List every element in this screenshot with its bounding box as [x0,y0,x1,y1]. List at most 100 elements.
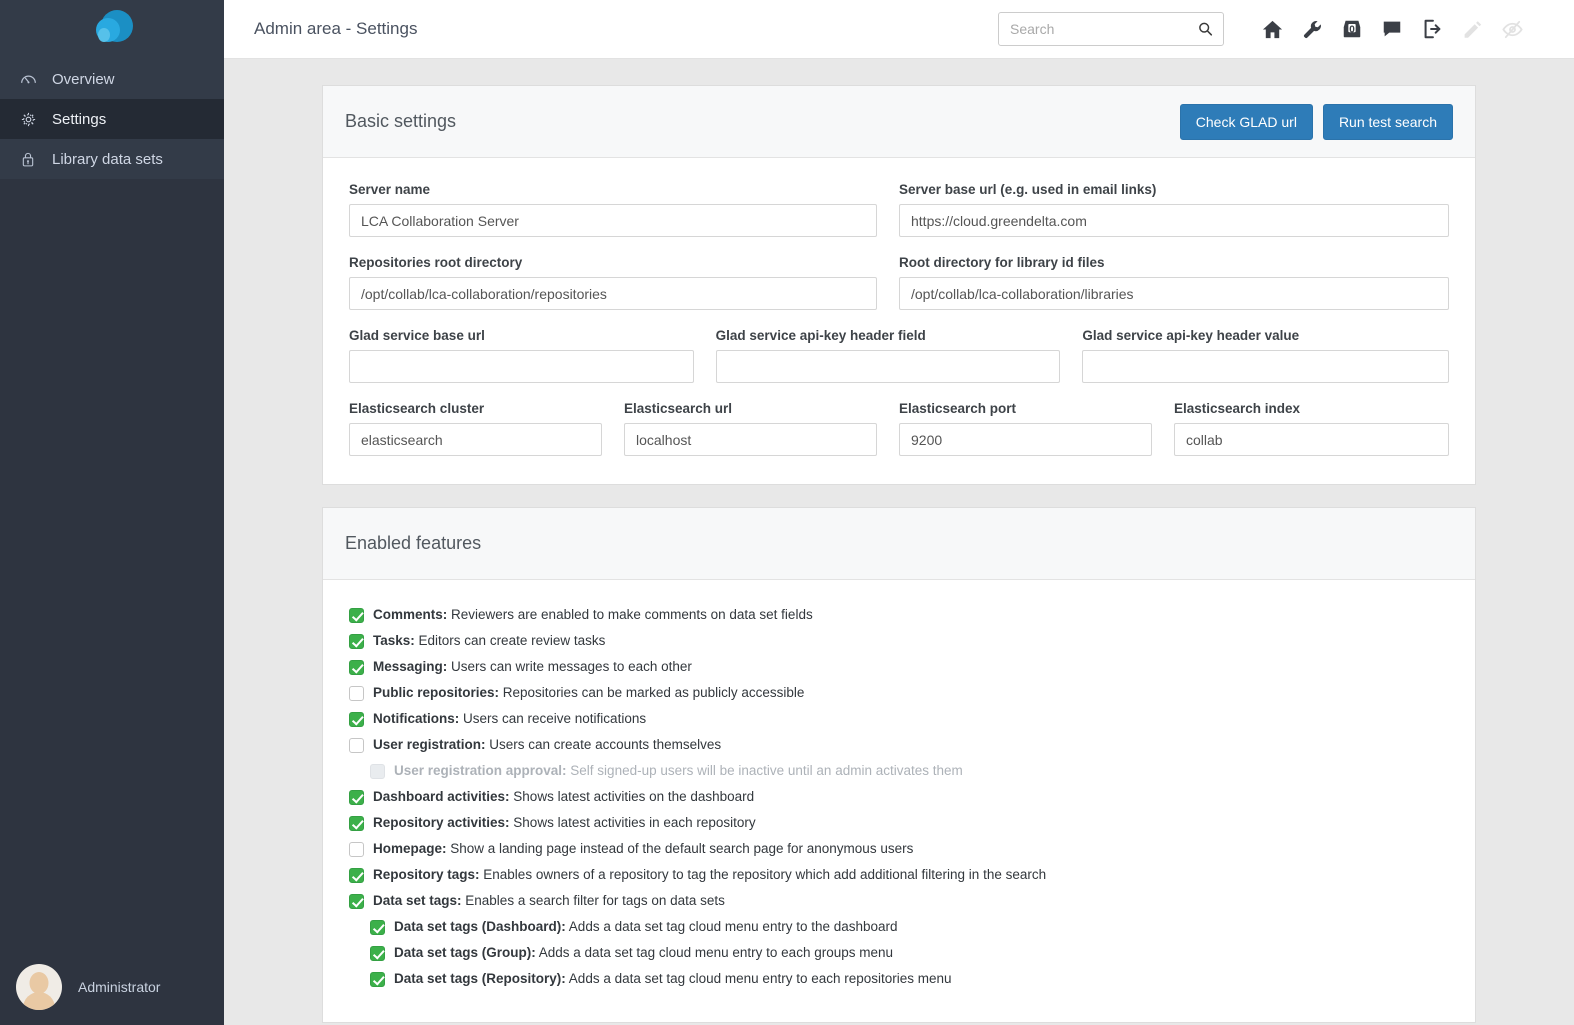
feature-row: Data set tags (Dashboard): Adds a data s… [349,918,1449,940]
es-index-input[interactable] [1174,423,1449,456]
glad-api-key-value-input[interactable] [1082,350,1449,383]
settings-row-3: Glad service base url Glad service api-k… [349,328,1449,383]
feature-description: Repositories can be marked as publicly a… [499,685,805,700]
sidebar: Overview Settings Library data sets Admi… [0,0,224,1025]
settings-row-1: Server name Server base url (e.g. used i… [349,182,1449,237]
user-name: Administrator [78,979,161,995]
glad-api-key-field-label: Glad service api-key header field [715,328,926,343]
run-test-search-button[interactable]: Run test search [1322,103,1453,140]
feature-description: Adds a data set tag cloud menu entry to … [565,919,898,934]
server-name-input[interactable] [349,204,877,237]
feature-row: Comments: Reviewers are enabled to make … [349,606,1449,628]
enabled-features-title: Enabled features [345,533,482,553]
feature-label: Tasks: Editors can create review tasks [373,632,605,650]
feature-row: Repository tags: Enables owners of a rep… [349,866,1449,888]
feature-row: Homepage: Show a landing page instead of… [349,840,1449,862]
basic-settings-panel: Basic settings Check GLAD url Run test s… [322,85,1476,485]
wrench-icon[interactable] [1292,9,1332,49]
feature-checkbox[interactable] [349,842,364,857]
avatar-head [29,972,49,994]
feature-checkbox[interactable] [349,868,364,883]
feature-checkbox[interactable] [370,972,385,987]
glad-api-key-value-field: Glad service api-key header value [1082,328,1449,383]
server-base-url-input[interactable] [899,204,1449,237]
feature-description: Show a landing page instead of the defau… [446,841,914,856]
feature-checkbox[interactable] [349,894,364,909]
feature-label: Repository activities: Shows latest acti… [373,814,756,832]
search-box[interactable] [998,12,1224,46]
feature-description: Enables owners of a repository to tag th… [479,867,1047,882]
feature-checkbox[interactable] [370,946,385,961]
sidebar-item-library-data-sets[interactable]: Library data sets [0,139,224,179]
comment-icon[interactable] [1372,9,1412,49]
es-port-input[interactable] [899,423,1152,456]
basic-settings-actions: Check GLAD url Run test search [1179,103,1453,140]
glad-api-key-field-field: Glad service api-key header field [715,328,1083,383]
feature-checkbox[interactable] [349,816,364,831]
glad-base-url-input[interactable] [349,350,694,383]
feature-description: Shows latest activities on the dashboard [509,789,755,804]
home-icon[interactable] [1252,9,1292,49]
server-base-url-label: Server base url (e.g. used in email link… [899,182,1157,197]
feature-checkbox[interactable] [349,634,364,649]
sidebar-item-overview[interactable]: Overview [0,59,224,99]
feature-checkbox [370,764,385,779]
feature-label: Data set tags (Repository): Adds a data … [394,970,952,988]
inbox-icon[interactable]: 0 [1332,9,1372,49]
feature-label: Repository tags: Enables owners of a rep… [373,866,1046,884]
sidebar-nav: Overview Settings Library data sets [0,59,224,179]
feature-name: User registration approval: [394,763,567,778]
feature-checkbox[interactable] [349,660,364,675]
glad-api-key-field-input[interactable] [715,350,1061,383]
inbox-count: 0 [1349,24,1355,36]
feature-name: Repository activities: [373,815,510,830]
feature-label: Comments: Reviewers are enabled to make … [373,606,813,624]
eye-slash-icon [1492,9,1532,49]
server-name-field: Server name [349,182,899,237]
feature-name: Data set tags (Dashboard): [394,919,566,934]
check-glad-url-button[interactable]: Check GLAD url [1179,103,1313,140]
search-input[interactable] [999,13,1223,45]
repositories-root-input[interactable] [349,277,877,310]
feature-name: Dashboard activities: [373,789,510,804]
feature-label: Dashboard activities: Shows latest activ… [373,788,754,806]
feature-row: Tasks: Editors can create review tasks [349,632,1449,654]
topbar-icon-row: 0 [1252,9,1532,49]
glad-base-url-label: Glad service base url [349,328,485,343]
logout-icon[interactable] [1412,9,1452,49]
lock-icon [20,151,44,168]
feature-checkbox[interactable] [349,712,364,727]
feature-label: Data set tags (Group): Adds a data set t… [394,944,893,962]
feature-description: Enables a search filter for tags on data… [461,893,725,908]
sidebar-user-area[interactable]: Administrator [0,949,224,1025]
gear-icon [20,111,44,128]
feature-description: Users can receive notifications [459,711,647,726]
feature-checkbox[interactable] [349,738,364,753]
search-icon[interactable] [1198,22,1213,37]
library-root-input[interactable] [899,277,1449,310]
feature-name: Homepage: [373,841,447,856]
es-url-input[interactable] [624,423,877,456]
feature-row: Data set tags: Enables a search filter f… [349,892,1449,914]
basic-settings-body: Server name Server base url (e.g. used i… [323,158,1475,484]
feature-checkbox[interactable] [349,686,364,701]
logo-area[interactable] [0,0,224,59]
feature-label: User registration approval: Self signed-… [394,762,963,780]
feature-description: Adds a data set tag cloud menu entry to … [535,945,893,960]
feature-description: Users can write messages to each other [447,659,692,674]
server-base-url-field: Server base url (e.g. used in email link… [899,182,1449,237]
logo-svg [96,9,133,42]
feature-description: Users can create accounts themselves [485,737,722,752]
es-index-label: Elasticsearch index [1174,401,1301,416]
server-name-label: Server name [349,182,431,197]
feature-checkbox[interactable] [370,920,385,935]
feature-checkbox[interactable] [349,790,364,805]
sidebar-item-settings[interactable]: Settings [0,99,224,139]
feature-name: Repository tags: [373,867,480,882]
es-cluster-input[interactable] [349,423,602,456]
feature-name: Data set tags (Repository): [394,971,566,986]
feature-checkbox[interactable] [349,608,364,623]
feature-row: Data set tags (Group): Adds a data set t… [349,944,1449,966]
feature-row: User registration: Users can create acco… [349,736,1449,758]
settings-row-2: Repositories root directory Root directo… [349,255,1449,310]
